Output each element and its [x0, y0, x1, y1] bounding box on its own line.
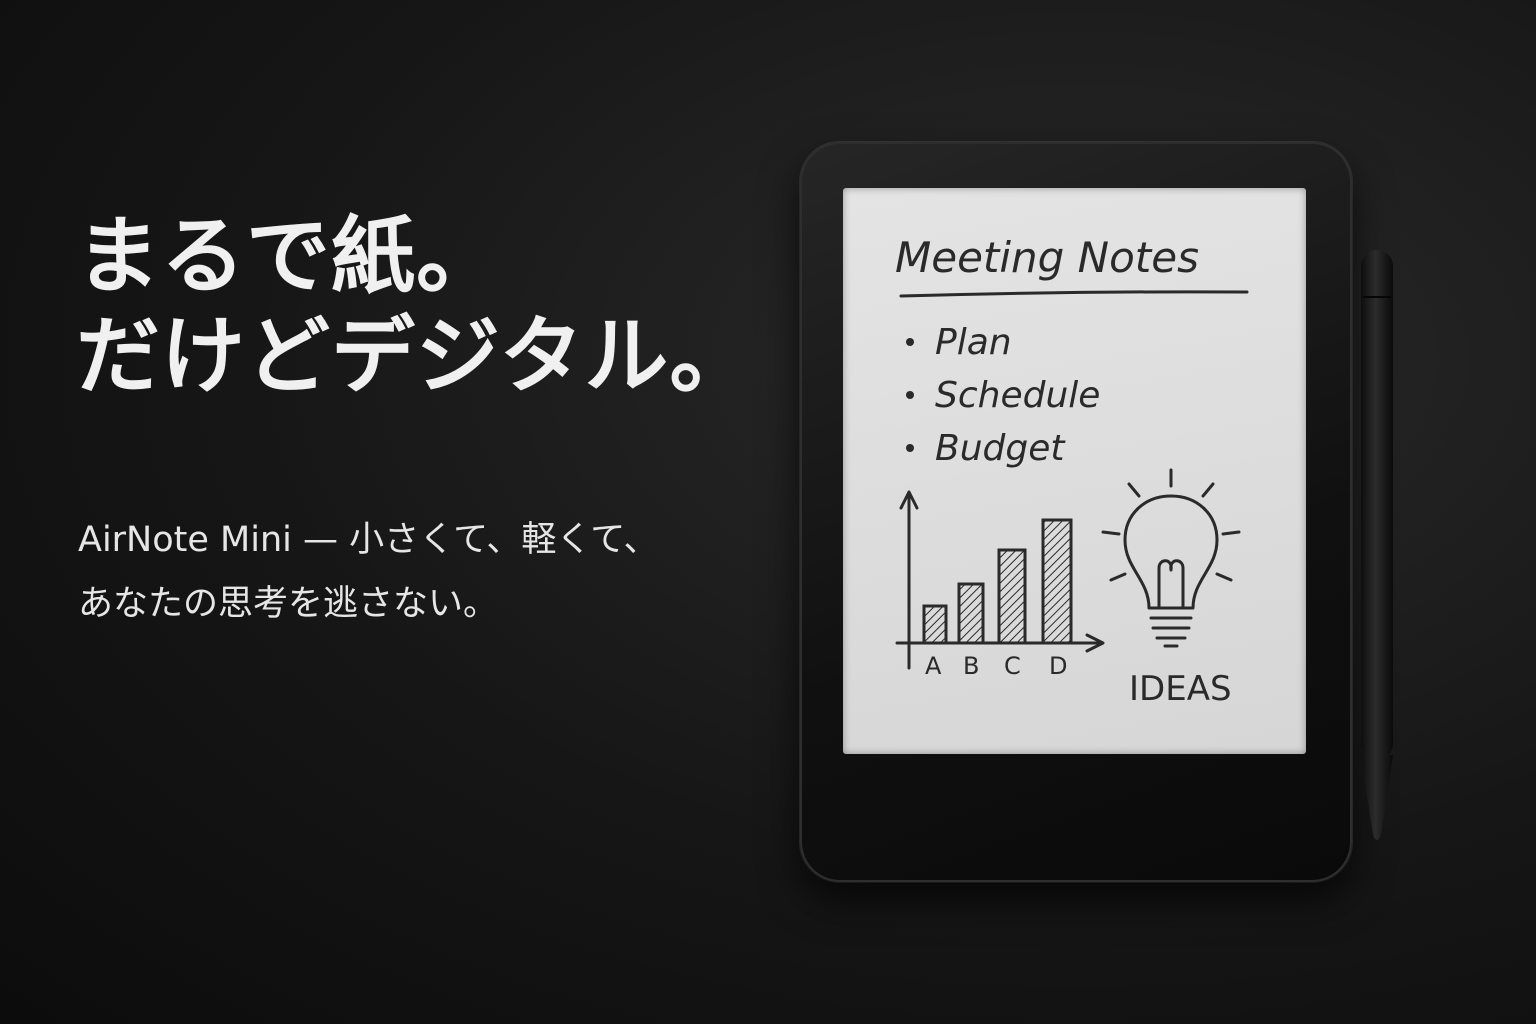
chart-bar-b [957, 582, 985, 645]
sketch-bar-chart: A B C D [895, 490, 1105, 680]
chart-bar-d [1041, 518, 1073, 645]
chart-label-a: A [925, 652, 942, 680]
chart-bar-a [922, 604, 948, 645]
notes-title: Meeting Notes [895, 233, 1199, 282]
lightbulb-icon [1101, 468, 1241, 648]
headline-line-1: まるで紙。 [76, 207, 502, 305]
bullet-dot [906, 338, 914, 346]
headline-line-2: だけどデジタル。 [76, 307, 755, 405]
e-ink-screen: Meeting Notes Plan Schedule Budget A B C… [843, 188, 1306, 754]
subtitle-line-1: AirNote Mini — 小さくて、軽くて、 [78, 520, 659, 560]
subtitle: AirNote Mini — 小さくて、軽くて、 あなたの思考を逃さない。 [78, 508, 758, 636]
stylus-pen [1361, 250, 1393, 840]
handwritten-notes: Meeting Notes Plan Schedule Budget A B C… [895, 233, 1249, 709]
subtitle-line-2: あなたの思考を逃さない。 [78, 584, 499, 624]
bullet-item-plan: Plan [935, 322, 1012, 363]
bullet-item-budget: Budget [935, 428, 1066, 469]
chart-label-d: D [1049, 652, 1067, 680]
chart-label-b: B [963, 652, 979, 680]
e-ink-tablet: Meeting Notes Plan Schedule Budget A B C… [800, 142, 1352, 882]
chart-bar-c [997, 548, 1027, 645]
title-underline [899, 290, 1249, 298]
bullet-dot [906, 391, 914, 399]
bullet-item-schedule: Schedule [935, 375, 1100, 416]
bullet-dot [906, 444, 914, 452]
headline: まるで紙。 だけどデジタル。 [76, 206, 776, 406]
ideas-label: IDEAS [1129, 669, 1232, 709]
chart-label-c: C [1004, 652, 1021, 680]
